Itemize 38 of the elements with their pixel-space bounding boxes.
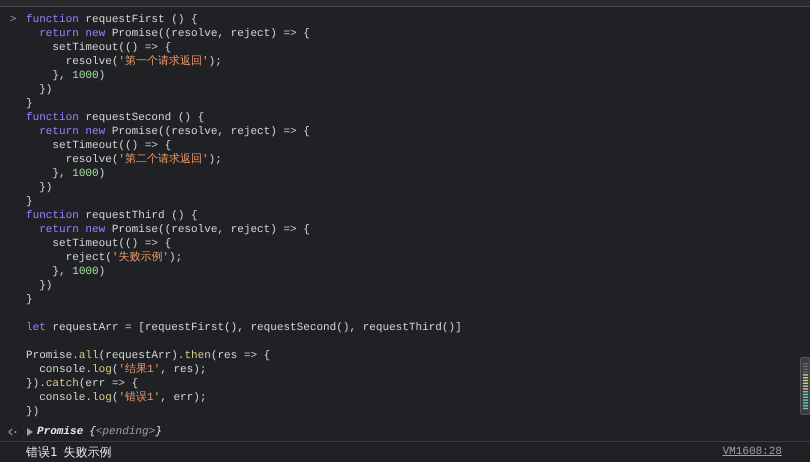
code-line: }): [26, 405, 40, 419]
promise-state: <pending>: [96, 426, 156, 438]
code-line: }): [38, 279, 54, 293]
code-line: function requestThird () {: [26, 209, 199, 223]
code-line: }, 1000): [51, 265, 106, 279]
code-line: resolve('第一个请求返回');: [64, 55, 223, 69]
source-link[interactable]: VM1608:28: [722, 446, 782, 458]
log-message: 错误1: [26, 444, 58, 460]
code-line: reject('失败示例');: [64, 251, 184, 265]
code-line: return new Promise((resolve, reject) => {: [38, 27, 311, 41]
brace: }: [155, 426, 162, 438]
code-line: return new Promise((resolve, reject) => {: [38, 125, 311, 139]
code-line: setTimeout(() => {: [51, 139, 172, 153]
code-line: function requestFirst () {: [26, 13, 199, 27]
code-line: return new Promise((resolve, reject) => {: [38, 223, 311, 237]
return-arrow-icon: [8, 428, 18, 436]
code-line: Promise.all(requestArr).then(res => {: [26, 349, 272, 363]
code-line: }, 1000): [51, 167, 106, 181]
log-message: 失败示例: [64, 444, 112, 460]
code-line: }, 1000): [51, 69, 106, 83]
expand-triangle-icon[interactable]: [26, 428, 33, 436]
code-line: }: [26, 97, 34, 111]
code-line: }): [38, 181, 54, 195]
code-line: let requestArr = [requestFirst(), requestSecond(), requestThird()]: [26, 321, 462, 335]
code-line: console.log('错误1', err);: [38, 391, 208, 405]
code-line: }: [26, 293, 34, 307]
code-line: }: [26, 195, 34, 209]
prompt-icon: >: [10, 13, 16, 27]
code-line: console.log('结果1', res);: [38, 363, 208, 377]
code-line: setTimeout(() => {: [51, 41, 172, 55]
code-line: }): [38, 83, 54, 97]
code-line: resolve('第二个请求返回');: [64, 153, 223, 167]
object-type: Promise: [37, 426, 84, 438]
brace: {: [89, 426, 96, 438]
code-line: }).catch(err => {: [26, 377, 140, 391]
code-line: setTimeout(() => {: [51, 237, 172, 251]
code-line: function requestSecond () {: [26, 111, 206, 125]
minimap-icon: [800, 357, 810, 415]
